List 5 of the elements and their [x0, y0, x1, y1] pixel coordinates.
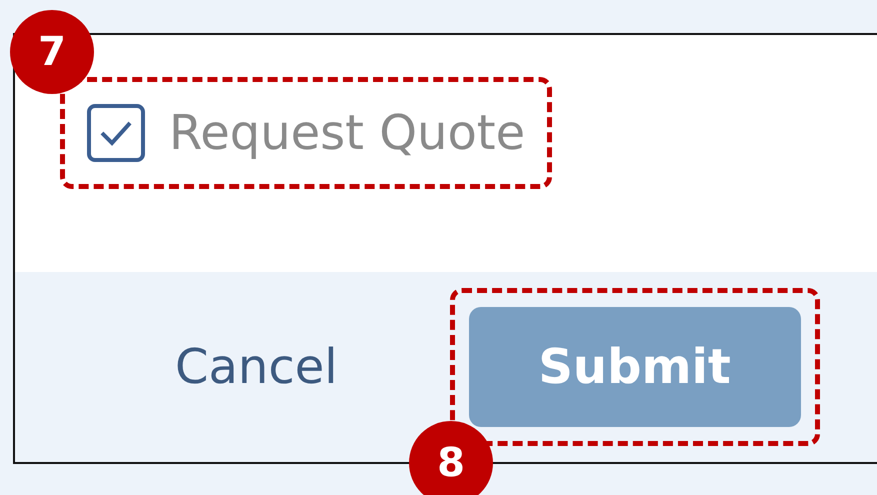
checkbox[interactable]: [87, 104, 145, 162]
checkbox-label: Request Quote: [169, 109, 526, 157]
step-number-badge: 7: [10, 10, 94, 94]
cancel-button[interactable]: Cancel: [175, 343, 338, 391]
checkmark-icon: [99, 119, 133, 147]
